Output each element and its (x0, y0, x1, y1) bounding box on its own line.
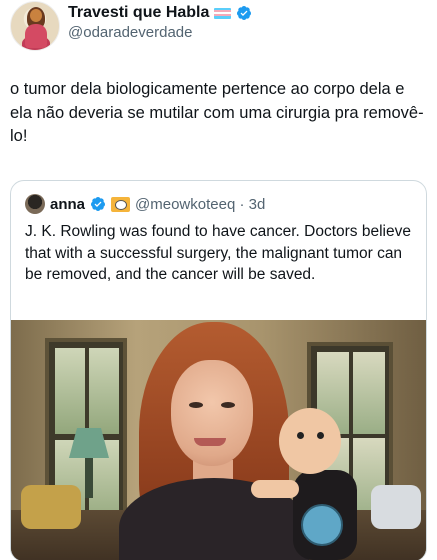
cat-emoji-icon (111, 196, 131, 212)
quoted-tweet[interactable]: anna @meowkoteeq · 3d J. K. Rowling was … (10, 180, 427, 560)
quoted-avatar[interactable] (25, 194, 45, 214)
author-handle[interactable]: @odaradeverdade (68, 24, 192, 41)
plush-badge (301, 504, 343, 546)
quoted-header: anna @meowkoteeq · 3d (25, 193, 265, 215)
quoted-display-name[interactable]: anna (50, 196, 85, 213)
author-avatar[interactable] (10, 1, 60, 51)
quoted-handle-time[interactable]: @meowkoteeq · 3d (135, 196, 265, 213)
tweet[interactable]: Travesti que Habla @odaradeverdade o tum… (0, 0, 437, 560)
trans-flag-icon (214, 7, 232, 19)
author-name-row: Travesti que Habla (68, 2, 252, 24)
quoted-photo[interactable] (11, 320, 426, 560)
tweet-text: o tumor dela biologicamente pertence ao … (10, 80, 424, 145)
verified-badge-icon (237, 6, 252, 20)
woman-face (171, 360, 253, 466)
quoted-text: J. K. Rowling was found to have cancer. … (25, 223, 411, 283)
verified-badge-icon (91, 197, 106, 211)
author-display-name[interactable]: Travesti que Habla (68, 4, 209, 22)
